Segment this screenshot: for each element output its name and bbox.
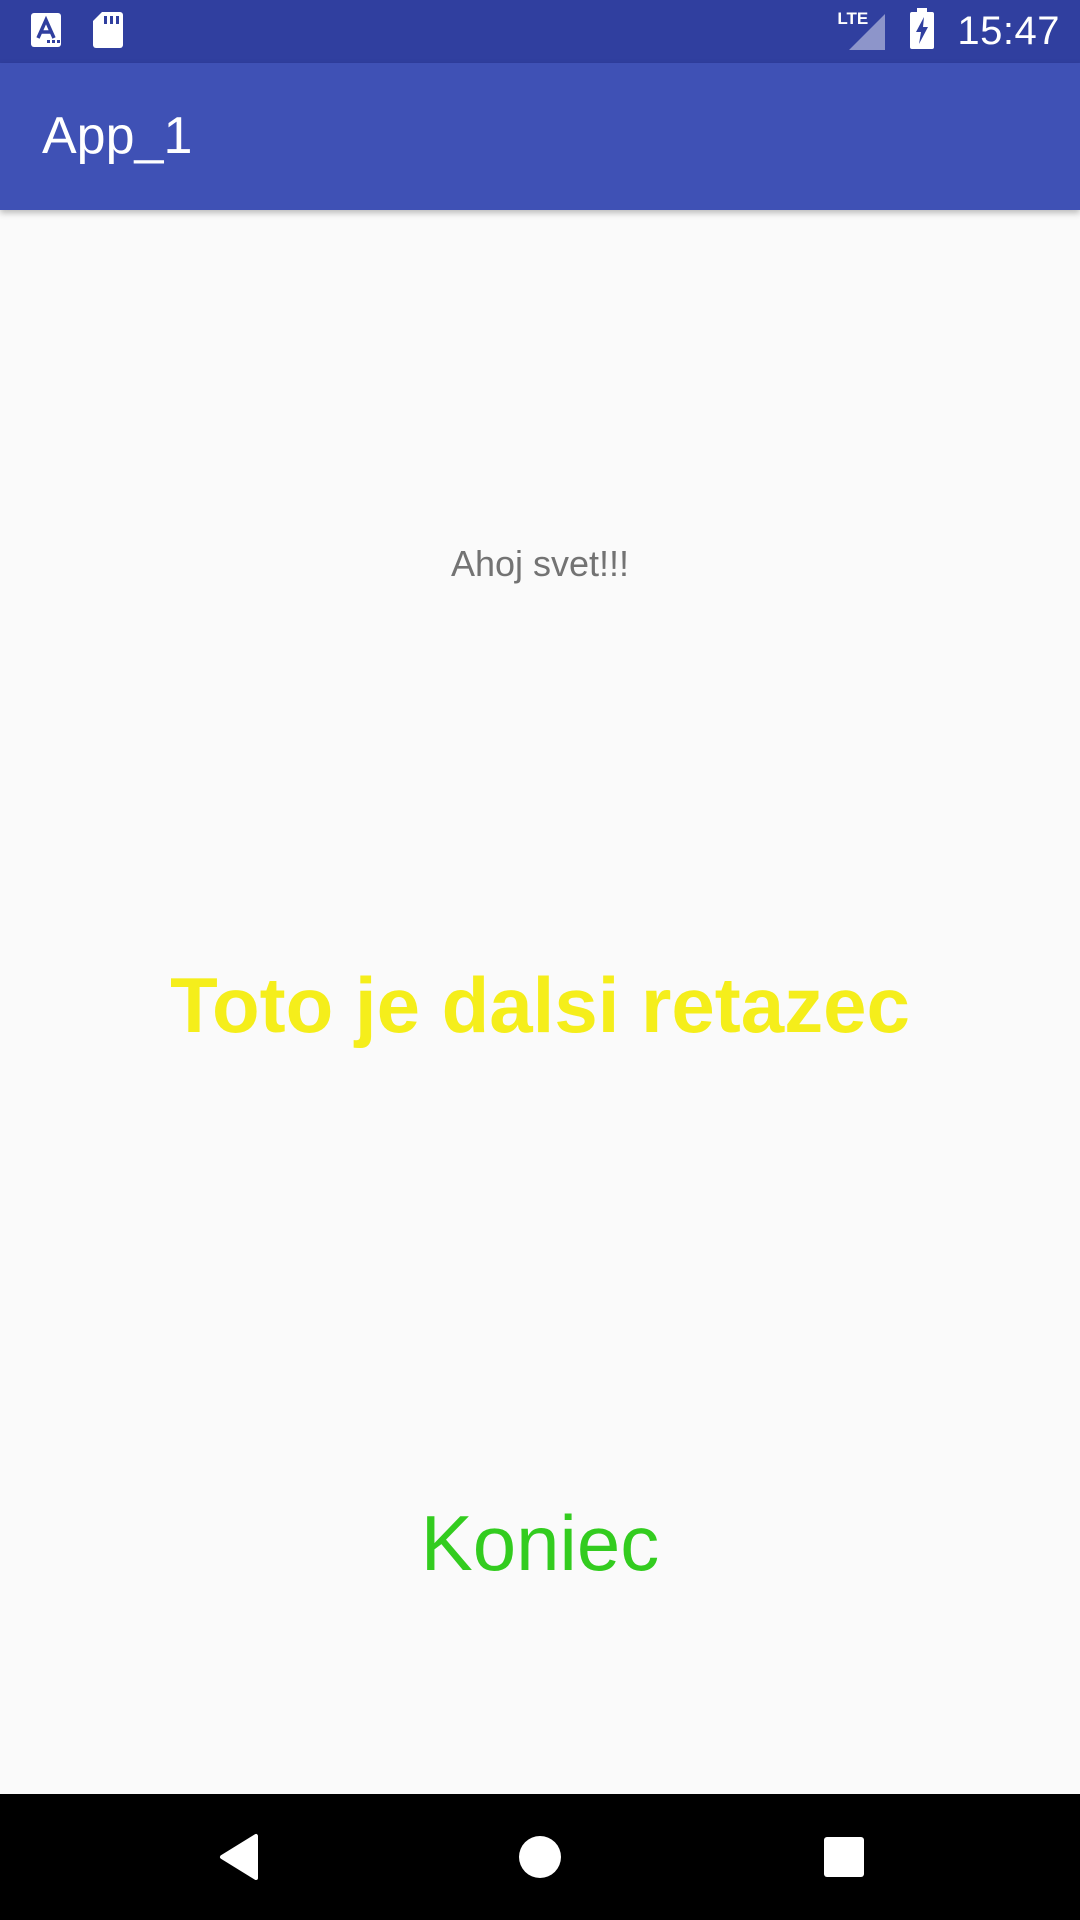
main-content: Ahoj svet!!! Toto je dalsi retazec Konie… [0, 210, 1080, 1794]
recents-button[interactable] [814, 1827, 874, 1887]
sd-card-icon [92, 11, 124, 54]
screen: LTE 15:47 App_1 Ahoj svet!!! Toto je dal… [0, 0, 1080, 1920]
recents-icon [824, 1837, 864, 1877]
status-bar: LTE 15:47 [0, 0, 1080, 63]
status-indicators: LTE 15:47 [837, 0, 1060, 63]
lte-label: LTE [837, 8, 869, 28]
back-button[interactable] [208, 1827, 268, 1887]
greeting-text: Ahoj svet!!! [450, 543, 630, 584]
app-notification-icon [30, 12, 62, 53]
battery-charging-icon [909, 8, 935, 55]
home-button[interactable] [510, 1827, 570, 1887]
back-icon [220, 1834, 258, 1880]
lte-signal-icon: LTE [837, 8, 887, 54]
app-bar: App_1 [0, 63, 1080, 210]
status-notifications [30, 10, 124, 54]
navigation-bar [0, 1794, 1080, 1920]
home-icon [519, 1836, 561, 1878]
second-text: Toto je dalsi retazec [170, 961, 910, 1049]
status-time: 15:47 [957, 9, 1060, 53]
app-title: App_1 [42, 107, 193, 165]
end-text: Koniec [420, 1499, 660, 1587]
